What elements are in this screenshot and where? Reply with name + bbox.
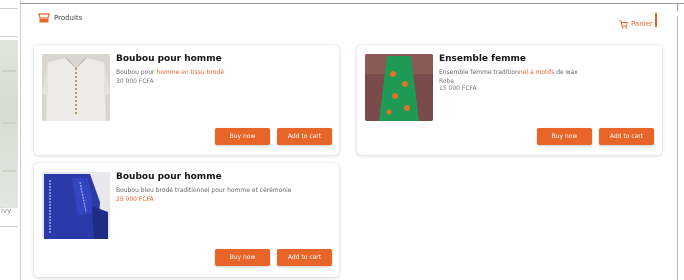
product-title[interactable]: Ensemble femme: [439, 54, 526, 64]
product-price: 25 000 FCFA: [116, 196, 154, 203]
shop-logo-icon: [38, 12, 50, 24]
brand-label: Produits: [54, 14, 83, 22]
map-road: [2, 70, 16, 72]
buy-now-button[interactable]: Buy now: [537, 128, 592, 145]
divider: [0, 36, 18, 37]
window-frame-top: [20, 3, 684, 4]
brand[interactable]: Produits: [38, 12, 82, 24]
product-description: Ensemble femme traditionnel à motifs de …: [439, 69, 578, 76]
cart-button[interactable]: Panier: [619, 14, 653, 33]
map-label-fragment: ivy: [1, 207, 12, 215]
description-highlight: nel à motifs: [518, 69, 555, 76]
product-price: 15 000 FCFA: [439, 85, 477, 92]
add-to-cart-button[interactable]: Add to cart: [277, 249, 332, 266]
description-highlight: homme en tissu brodé: [156, 69, 224, 76]
side-map-panel: ivy: [0, 0, 21, 280]
product-price: 30 000 FCFA: [116, 78, 154, 85]
scrollbar-track[interactable]: [677, 16, 678, 280]
product-image[interactable]: [42, 172, 110, 239]
product-category: Robe: [439, 78, 455, 85]
divider: [0, 226, 18, 227]
map-fragment: [0, 40, 18, 208]
window-frame-corner: [677, 3, 678, 11]
divider: [0, 8, 18, 9]
description-text: Boubou pour: [116, 69, 157, 76]
product-card[interactable]: Boubou pour homme Boubou pour homme en t…: [34, 45, 339, 155]
add-to-cart-button[interactable]: Add to cart: [599, 128, 654, 145]
description-text: de wax: [554, 69, 578, 76]
cart-icon: [619, 14, 628, 33]
map-road: [2, 170, 16, 172]
product-card[interactable]: Ensemble femme Ensemble femme traditionn…: [357, 45, 662, 155]
buy-now-button[interactable]: Buy now: [215, 128, 270, 145]
buy-now-button[interactable]: Buy now: [215, 249, 270, 266]
product-card[interactable]: Boubou pour homme Boubou bleu brodé trad…: [34, 163, 339, 277]
cart-indicator: [655, 13, 657, 27]
cart-label: Panier: [631, 19, 653, 28]
product-title[interactable]: Boubou pour homme: [116, 172, 222, 182]
product-description: Boubou pour homme en tissu brodé: [116, 69, 224, 76]
product-title[interactable]: Boubou pour homme: [116, 54, 222, 64]
map-road: [2, 122, 16, 124]
add-to-cart-button[interactable]: Add to cart: [277, 128, 332, 145]
product-image[interactable]: [365, 54, 433, 121]
product-image[interactable]: [42, 54, 110, 121]
product-description: Boubou bleu brodé traditionnel pour homm…: [116, 187, 292, 194]
description-text: Ensemble femme tradition: [439, 69, 519, 76]
